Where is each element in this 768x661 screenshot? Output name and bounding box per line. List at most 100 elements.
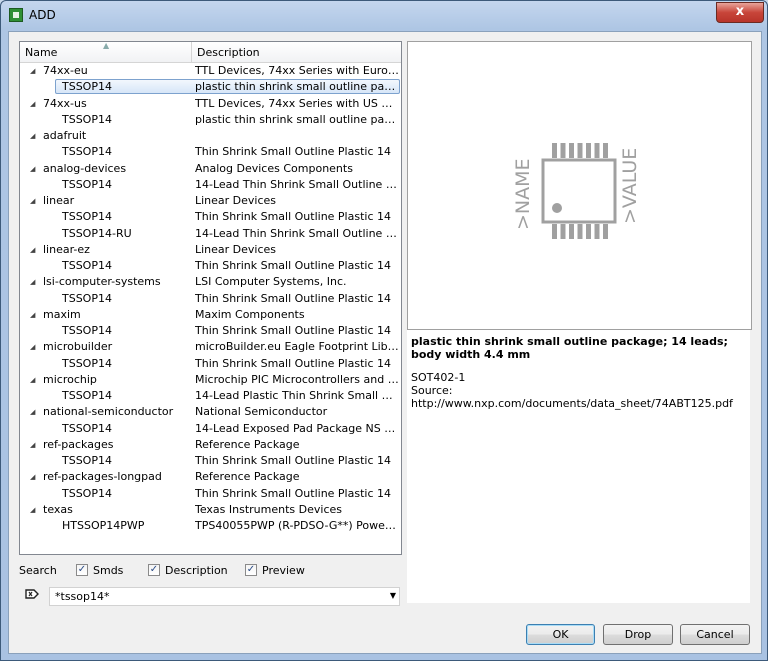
tree-package-row[interactable]: TSSOP14 Thin Shrink Small Outline Plastic… [20,323,401,339]
value-placeholder: >VALUE [619,148,641,224]
tree-package-row[interactable]: TSSOP14 Thin Shrink Small Outline Plastic… [20,453,401,469]
tree-row-name: TSSOP14 [62,112,112,126]
tree-package-row[interactable]: TSSOP14-RU 14-Lead Thin Shrink Small Outl… [20,226,401,242]
tree-row-description: Thin Shrink Small Outline Plastic 14 [195,259,391,272]
package-pad [552,143,557,158]
tree-library-row[interactable]: ◢ microchip Microchip PIC Microcontrollers… [20,372,401,388]
tree-row-name: TSSOP14 [62,421,112,435]
tree-package-row[interactable]: TSSOP14 14-Lead Plastic Thin Shrink Small… [20,388,401,404]
tree-row-name: linear [43,194,75,207]
tree-package-row[interactable]: HTSSOP14PWP TPS40055PWP (R-PDSO-G**) Powe… [20,518,401,534]
tree-package-row[interactable]: TSSOP14 plastic thin shrink small outline… [20,112,401,128]
package-pad [577,143,583,158]
tree-row-description: Reference Package [195,437,300,451]
ok-button[interactable]: OK [526,624,595,645]
tree-library-row[interactable]: ◢ ref-packages Reference Package [20,437,401,453]
tree-row-description: Maxim Components [195,307,305,321]
tree-library-row[interactable]: ◢ maxim Maxim Components [20,307,401,323]
expand-triangle-icon[interactable]: ◢ [30,96,35,112]
tree-row-description: Thin Shrink Small Outline Plastic 14 [195,486,391,500]
expand-triangle-icon[interactable]: ◢ [30,339,35,355]
name-placeholder: >NAME [512,158,534,230]
package-preview: >NAME >VALUE [407,41,752,330]
smds-checkbox[interactable]: ✓ [76,564,88,576]
package-pad [560,224,566,239]
expand-triangle-icon[interactable]: ◢ [30,63,35,79]
tree-library-row[interactable]: ◢ linear Linear Devices [20,193,401,209]
tree-package-row[interactable]: TSSOP14 Thin Shrink Small Outline Plastic… [20,258,401,274]
tree-package-row[interactable]: TSSOP14 Thin Shrink Small Outline Plastic… [20,356,401,372]
tree-row-description: 14-Lead Thin Shrink Small Outline Pac... [195,226,399,240]
tree-package-row[interactable]: TSSOP14 Thin Shrink Small Outline Plastic… [20,144,401,160]
expand-triangle-icon[interactable]: ◢ [30,128,35,144]
tree-row-description: TPS40055PWP (R-PDSO-G**) PowerPA... [195,519,399,532]
cancel-button[interactable]: Cancel [680,624,750,645]
tree-row-name: TSSOP14 [62,259,112,272]
tree-library-row[interactable]: ◢ texas Texas Instruments Devices [20,502,401,518]
package-pad [586,143,591,158]
tree-row-description: Thin Shrink Small Outline Plastic 14 [195,291,391,305]
tree-library-row[interactable]: ◢ 74xx-eu TTL Devices, 74xx Series with Eu… [20,63,401,79]
drop-button[interactable]: Drop [603,624,673,645]
expand-triangle-icon[interactable]: ◢ [30,437,35,453]
title-bar[interactable]: ADD x [1,1,767,29]
tree-library-row[interactable]: ◢ linear-ez Linear Devices [20,242,401,258]
library-tree[interactable]: Name ▲ Description ◢ 74xx-eu TTL Devices, … [19,41,402,555]
tree-library-row[interactable]: ◢ 74xx-us TTL Devices, 74xx Series with US… [20,96,401,112]
expand-triangle-icon[interactable]: ◢ [30,372,35,388]
tree-package-row[interactable]: TSSOP14 Thin Shrink Small Outline Plastic… [20,209,401,225]
tree-row-description: 14-Lead Exposed Pad Package NS Pac... [195,421,399,435]
pads-top [552,143,608,158]
search-input[interactable]: *tssop14* ▼ [49,587,400,606]
tree-row-name: TSSOP14 [62,356,112,370]
tree-library-row[interactable]: ◢ lsi-computer-systems LSI Computer System… [20,274,401,290]
expand-triangle-icon[interactable]: ◢ [30,307,35,323]
tree-row-name: maxim [43,307,81,321]
package-pad [569,224,574,239]
tree-row-name: TSSOP14 [62,454,112,467]
tree-row-name: ref-packages [43,437,114,451]
package-preview-drawing: >NAME >VALUE [512,143,641,239]
expand-triangle-icon[interactable]: ◢ [30,469,35,485]
package-pad [603,224,608,239]
tree-library-row[interactable]: ◢ ref-packages-longpad Reference Package [20,469,401,485]
description-checkbox[interactable]: ✓ [148,564,160,576]
name-column-header[interactable]: Name ▲ [20,42,192,62]
tree-library-row[interactable]: ◢ analog-devices Analog Devices Components [20,161,401,177]
tree-row-description: 14-Lead Thin Shrink Small Outline Pac... [195,177,399,191]
expand-triangle-icon[interactable]: ◢ [30,274,35,290]
expand-triangle-icon[interactable]: ◢ [30,404,35,420]
tree-row-name: TSSOP14 [62,145,112,159]
tree-package-row[interactable]: TSSOP14 plastic thin shrink small outline… [20,79,401,95]
tree-rows: ◢ 74xx-eu TTL Devices, 74xx Series with Eu… [20,63,401,534]
expand-triangle-icon[interactable]: ◢ [30,242,35,258]
tree-row-description: 14-Lead Plastic Thin Shrink Small Outli.… [195,389,399,402]
tree-row-description: Thin Shrink Small Outline Plastic 14 [195,454,391,467]
search-tag-icon [25,589,39,599]
dropdown-arrow-icon[interactable]: ▼ [390,591,396,600]
tree-row-description: Reference Package [195,470,300,484]
expand-triangle-icon[interactable]: ◢ [30,502,35,518]
tree-row-name: national-semiconductor [43,405,174,419]
tree-row-name: microbuilder [43,340,113,354]
tree-library-row[interactable]: ◢ adafruit [20,128,401,144]
tree-row-description: Linear Devices [195,194,277,207]
package-description-title: plastic thin shrink small outline packag… [411,335,728,361]
tree-row-name: TSSOP14 [62,210,112,224]
tree-package-row[interactable]: TSSOP14 14-Lead Exposed Pad Package NS Pa… [20,421,401,437]
tree-library-row[interactable]: ◢ microbuilder microBuilder.eu Eagle Footp… [20,339,401,355]
search-label: Search [19,564,57,577]
expand-triangle-icon[interactable]: ◢ [30,161,35,177]
preview-checkbox[interactable]: ✓ [245,564,257,576]
tree-package-row[interactable]: TSSOP14 Thin Shrink Small Outline Plastic… [20,486,401,502]
close-button[interactable]: x [716,2,764,23]
tree-row-name: 74xx-eu [43,64,88,77]
expand-triangle-icon[interactable]: ◢ [30,193,35,209]
tree-library-row[interactable]: ◢ national-semiconductor National Semicond… [20,404,401,420]
tree-row-name: TSSOP14 [62,291,112,305]
preview-label: Preview [262,564,305,577]
tree-package-row[interactable]: TSSOP14 14-Lead Thin Shrink Small Outline… [20,177,401,193]
description-column-header[interactable]: Description [192,42,401,62]
package-source: Source: http://www.nxp.com/documents/dat… [411,384,733,410]
tree-package-row[interactable]: TSSOP14 Thin Shrink Small Outline Plastic… [20,291,401,307]
